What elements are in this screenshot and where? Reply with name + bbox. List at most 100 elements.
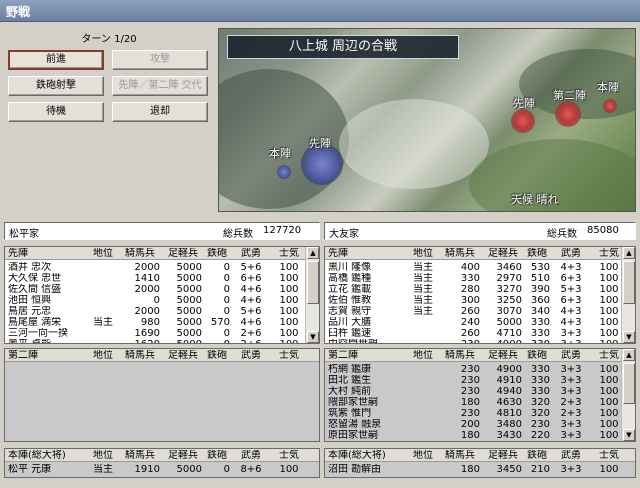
table-cell[interactable]: 220 bbox=[524, 430, 550, 441]
scroll-up-icon[interactable]: ▲ bbox=[623, 247, 635, 259]
table-cell[interactable]: 5000 bbox=[164, 464, 202, 476]
column-header[interactable]: 武勇 bbox=[554, 248, 588, 260]
scroll-thumb[interactable] bbox=[623, 363, 635, 405]
table-cell[interactable]: 3+3 bbox=[554, 430, 588, 441]
formation-label[interactable]: 本陣(総大将) bbox=[328, 450, 406, 462]
formation-label[interactable]: 先陣 bbox=[8, 248, 86, 260]
column-header[interactable]: 鉄砲 bbox=[204, 450, 230, 462]
table-cell[interactable]: 330 bbox=[524, 339, 550, 343]
table-cell[interactable]: 180 bbox=[440, 430, 480, 441]
column-header[interactable]: 鉄砲 bbox=[204, 350, 230, 362]
column-header[interactable]: 足軽兵 bbox=[164, 350, 202, 362]
column-header[interactable]: 武勇 bbox=[554, 450, 588, 462]
column-header[interactable]: 騎馬兵 bbox=[440, 450, 480, 462]
column-header[interactable]: 鉄砲 bbox=[204, 248, 230, 260]
column-header[interactable]: 地位 bbox=[408, 248, 438, 260]
table-cell[interactable]: 110 bbox=[524, 441, 550, 442]
officer-name[interactable]: 沼田 勘解由 bbox=[328, 464, 406, 476]
table-cell[interactable]: 3+3 bbox=[554, 339, 588, 343]
table-cell[interactable]: 210 bbox=[524, 464, 550, 476]
column-header[interactable]: 武勇 bbox=[234, 350, 268, 362]
battle-map[interactable]: 八上城 周辺の合戦 本陣 先陣 先陣 第二陣 本陣 天候 晴れ bbox=[218, 28, 636, 212]
scroll-thumb[interactable] bbox=[623, 261, 635, 305]
right-main-list[interactable]: 本陣(総大将) 地位 騎馬兵 足軽兵 鉄砲 武勇 士気沼田 勘解由 180 3450 210 3+3… bbox=[324, 448, 636, 478]
column-header[interactable]: 地位 bbox=[88, 248, 118, 260]
retreat-button[interactable]: 退却 bbox=[112, 102, 208, 122]
column-header[interactable]: 騎馬兵 bbox=[440, 248, 480, 260]
scroll-down-icon[interactable]: ▼ bbox=[623, 429, 635, 441]
column-header[interactable]: 足軽兵 bbox=[484, 350, 522, 362]
table-cell[interactable]: 100 bbox=[272, 339, 306, 343]
table-cell[interactable]: 100 bbox=[592, 464, 626, 476]
formation-label[interactable]: 先陣 bbox=[328, 248, 406, 260]
table-cell[interactable]: 100 bbox=[272, 464, 306, 476]
column-header[interactable]: 足軽兵 bbox=[484, 248, 522, 260]
column-header[interactable]: 騎馬兵 bbox=[120, 350, 160, 362]
table-cell[interactable]: 2+6 bbox=[234, 339, 268, 343]
table-cell[interactable]: 100 bbox=[592, 441, 626, 442]
table-cell[interactable]: 当主 bbox=[408, 306, 438, 318]
table-cell[interactable]: 3+3 bbox=[554, 464, 588, 476]
column-header[interactable]: 地位 bbox=[408, 450, 438, 462]
scrollbar[interactable]: ▲ ▼ bbox=[305, 247, 319, 343]
scroll-thumb[interactable] bbox=[307, 261, 319, 305]
table-cell[interactable]: 2420 bbox=[484, 441, 522, 442]
column-header[interactable]: 騎馬兵 bbox=[120, 450, 160, 462]
officer-name[interactable]: 龍造寺家世 bbox=[328, 441, 406, 442]
column-header[interactable]: 武勇 bbox=[234, 450, 268, 462]
right-vanguard-list[interactable]: 先陣 地位 騎馬兵 足軽兵 鉄砲 武勇 士気 黒川 隆像 当主 400 3460 530 4+3 100 高… bbox=[324, 246, 636, 344]
formation-label[interactable]: 第二陣 bbox=[8, 350, 86, 362]
column-header[interactable]: 鉄砲 bbox=[524, 450, 550, 462]
advance-button[interactable]: 前進 bbox=[8, 50, 104, 70]
formation-label[interactable]: 本陣(総大将) bbox=[8, 450, 86, 462]
table-cell[interactable]: 5000 bbox=[164, 339, 202, 343]
table-cell[interactable]: 当主 bbox=[88, 464, 118, 476]
table-cell[interactable]: 8+6 bbox=[234, 464, 268, 476]
table-cell[interactable]: 1910 bbox=[120, 464, 160, 476]
scroll-up-icon[interactable]: ▲ bbox=[307, 247, 319, 259]
scroll-up-icon[interactable]: ▲ bbox=[623, 349, 635, 361]
column-header[interactable]: 騎馬兵 bbox=[120, 248, 160, 260]
column-header[interactable]: 士気 bbox=[272, 248, 306, 260]
officer-name[interactable]: 奥平 貞能 bbox=[8, 339, 86, 343]
column-header[interactable]: 鉄砲 bbox=[524, 350, 550, 362]
enemy-vanguard-army-marker[interactable] bbox=[511, 109, 535, 133]
column-header[interactable]: 武勇 bbox=[554, 350, 588, 362]
officer-name[interactable]: 松平 元康 bbox=[8, 464, 86, 476]
scroll-down-icon[interactable]: ▼ bbox=[307, 331, 319, 343]
own-main-army-marker[interactable] bbox=[277, 165, 291, 179]
scrollbar[interactable]: ▲ ▼ bbox=[621, 349, 635, 441]
table-cell[interactable]: 3430 bbox=[484, 430, 522, 441]
left-main-list[interactable]: 本陣(総大将) 地位 騎馬兵 足軽兵 鉄砲 武勇 士気 松平 元康 当主 1910 5000 0 8+6… bbox=[4, 448, 320, 478]
column-header[interactable]: 足軽兵 bbox=[164, 248, 202, 260]
scroll-down-icon[interactable]: ▼ bbox=[623, 331, 635, 343]
scrollbar[interactable]: ▲ ▼ bbox=[621, 247, 635, 343]
right-second-list[interactable]: 第二陣 地位 騎馬兵 足軽兵 鉄砲 武勇 士気 朽網 鑑康 230 4900 330 3+3 100 田北… bbox=[324, 348, 636, 442]
table-cell[interactable]: 1620 bbox=[120, 339, 160, 343]
table-cell[interactable]: 180 bbox=[440, 464, 480, 476]
volley-button[interactable]: 鉄砲射撃 bbox=[8, 76, 104, 96]
left-vanguard-list[interactable]: 先陣 地位 騎馬兵 足軽兵 鉄砲 武勇 士気 酒井 忠次 2000 5000 0 5+6 100 大久保 … bbox=[4, 246, 320, 344]
column-header[interactable]: 士気 bbox=[272, 350, 306, 362]
column-header[interactable]: 士気 bbox=[592, 450, 626, 462]
table-cell[interactable]: 0 bbox=[204, 339, 230, 343]
table-cell[interactable]: 3450 bbox=[484, 464, 522, 476]
attack-button[interactable]: 攻撃 bbox=[112, 50, 208, 70]
enemy-main-army-marker[interactable] bbox=[603, 99, 617, 113]
column-header[interactable]: 足軽兵 bbox=[164, 450, 202, 462]
officer-name[interactable]: 中空間世親 bbox=[328, 339, 406, 343]
table-cell[interactable]: 4900 bbox=[484, 339, 522, 343]
column-header[interactable]: 武勇 bbox=[234, 248, 268, 260]
table-cell[interactable]: 当主 bbox=[88, 317, 118, 329]
left-second-list[interactable]: 第二陣 地位 騎馬兵 足軽兵 鉄砲 武勇 士気 bbox=[4, 348, 320, 442]
formation-label[interactable]: 第二陣 bbox=[328, 350, 406, 362]
column-header[interactable]: 地位 bbox=[408, 350, 438, 362]
column-header[interactable]: 足軽兵 bbox=[484, 450, 522, 462]
table-cell[interactable]: 160 bbox=[440, 441, 480, 442]
column-header[interactable]: 鉄砲 bbox=[524, 248, 550, 260]
table-cell[interactable]: 1+3 bbox=[554, 441, 588, 442]
enemy-second-army-marker[interactable] bbox=[555, 101, 581, 127]
column-header[interactable]: 士気 bbox=[272, 450, 306, 462]
column-header[interactable]: 地位 bbox=[88, 450, 118, 462]
wait-button[interactable]: 待機 bbox=[8, 102, 104, 122]
